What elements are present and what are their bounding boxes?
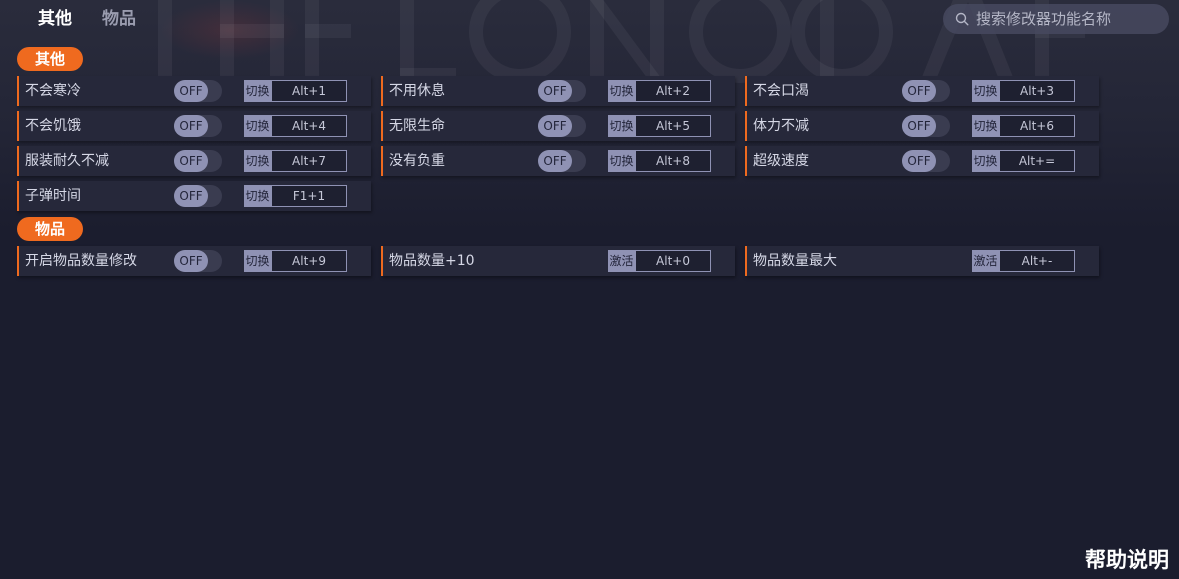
cheat-toggle[interactable]: OFF xyxy=(902,80,950,102)
cheat-label: 超级速度 xyxy=(753,153,809,169)
section-title-items: 物品 xyxy=(17,217,83,241)
toggle-state: OFF xyxy=(902,150,936,172)
mode-tag: 激活 xyxy=(608,250,635,272)
cheat-row-item-max: 物品数量最大 激活 Alt+- xyxy=(745,246,1099,276)
cheat-row-item-plus-10: 物品数量+10 激活 Alt+0 xyxy=(381,246,735,276)
cheat-toggle[interactable]: OFF xyxy=(174,185,222,207)
hotkey-field[interactable]: Alt+7 xyxy=(271,150,347,172)
cheat-row-no-cold: 不会寒冷 OFF 切换 Alt+1 xyxy=(17,76,371,106)
cheat-label: 物品数量+10 xyxy=(389,253,475,269)
mode-tag: 激活 xyxy=(972,250,999,272)
cheat-row-super-speed: 超级速度 OFF 切换 Alt+= xyxy=(745,146,1099,176)
mode-tag: 切换 xyxy=(244,185,271,207)
mode-tag: 切换 xyxy=(608,80,635,102)
cheat-toggle[interactable]: OFF xyxy=(902,115,950,137)
search-box xyxy=(943,4,1169,34)
cheat-row-no-weight: 没有负重 OFF 切换 Alt+8 xyxy=(381,146,735,176)
tab-other[interactable]: 其他 xyxy=(38,8,72,30)
cheat-row-enable-item-edit: 开启物品数量修改 OFF 切换 Alt+9 xyxy=(17,246,371,276)
hotkey-field[interactable]: Alt+- xyxy=(999,250,1075,272)
cheat-toggle[interactable]: OFF xyxy=(538,115,586,137)
cheat-row-no-thirst: 不会口渴 OFF 切换 Alt+3 xyxy=(745,76,1099,106)
cheat-label: 不会口渴 xyxy=(753,83,809,99)
cheat-row-clothing-durability: 服装耐久不减 OFF 切换 Alt+7 xyxy=(17,146,371,176)
hotkey-field[interactable]: Alt+9 xyxy=(271,250,347,272)
tab-items[interactable]: 物品 xyxy=(102,8,136,30)
cheat-label: 没有负重 xyxy=(389,153,445,169)
cheat-label: 物品数量最大 xyxy=(753,253,837,269)
section-title-other: 其他 xyxy=(17,47,83,71)
hotkey-field[interactable]: F1+1 xyxy=(271,185,347,207)
mode-tag: 切换 xyxy=(244,250,271,272)
cheat-label: 不会寒冷 xyxy=(25,83,81,99)
mode-tag: 切换 xyxy=(972,150,999,172)
cheat-label: 体力不减 xyxy=(753,118,809,134)
cheat-row-bullet-time: 子弹时间 OFF 切换 F1+1 xyxy=(17,181,371,211)
cheat-label: 子弹时间 xyxy=(25,188,81,204)
hotkey-field[interactable]: Alt+0 xyxy=(635,250,711,272)
cheat-toggle[interactable]: OFF xyxy=(902,150,950,172)
cheat-label: 不会饥饿 xyxy=(25,118,81,134)
category-tabs: 其他 物品 xyxy=(38,8,136,30)
cheat-toggle[interactable]: OFF xyxy=(174,80,222,102)
cheat-label: 无限生命 xyxy=(389,118,445,134)
cheat-toggle[interactable]: OFF xyxy=(538,80,586,102)
mode-tag: 切换 xyxy=(608,115,635,137)
toggle-state: OFF xyxy=(174,185,208,207)
cheat-toggle[interactable]: OFF xyxy=(538,150,586,172)
mode-tag: 切换 xyxy=(244,80,271,102)
cheat-row-stamina-lock: 体力不减 OFF 切换 Alt+6 xyxy=(745,111,1099,141)
mode-tag: 切换 xyxy=(608,150,635,172)
cheat-label: 服装耐久不减 xyxy=(25,153,109,169)
search-input[interactable] xyxy=(976,10,1156,28)
hotkey-field[interactable]: Alt+6 xyxy=(999,115,1075,137)
mode-tag: 切换 xyxy=(972,80,999,102)
cheat-row-no-rest: 不用休息 OFF 切换 Alt+2 xyxy=(381,76,735,106)
toggle-state: OFF xyxy=(538,115,572,137)
mode-tag: 切换 xyxy=(972,115,999,137)
cheat-toggle[interactable]: OFF xyxy=(174,150,222,172)
hotkey-field[interactable]: Alt+4 xyxy=(271,115,347,137)
cheat-label: 开启物品数量修改 xyxy=(25,253,137,269)
hotkey-field[interactable]: Alt+= xyxy=(999,150,1075,172)
hotkey-field[interactable]: Alt+5 xyxy=(635,115,711,137)
search-icon xyxy=(955,12,969,26)
help-button[interactable]: 帮助说明 xyxy=(1085,544,1169,574)
toggle-state: OFF xyxy=(538,150,572,172)
cheat-toggle[interactable]: OFF xyxy=(174,250,222,272)
toggle-state: OFF xyxy=(174,80,208,102)
mode-tag: 切换 xyxy=(244,115,271,137)
toggle-state: OFF xyxy=(902,80,936,102)
cheat-row-infinite-health: 无限生命 OFF 切换 Alt+5 xyxy=(381,111,735,141)
mode-tag: 切换 xyxy=(244,150,271,172)
toggle-state: OFF xyxy=(538,80,572,102)
hotkey-field[interactable]: Alt+2 xyxy=(635,80,711,102)
hotkey-field[interactable]: Alt+3 xyxy=(999,80,1075,102)
toggle-state: OFF xyxy=(174,150,208,172)
toggle-state: OFF xyxy=(902,115,936,137)
hotkey-field[interactable]: Alt+1 xyxy=(271,80,347,102)
cheat-row-no-hunger: 不会饥饿 OFF 切换 Alt+4 xyxy=(17,111,371,141)
cheat-toggle[interactable]: OFF xyxy=(174,115,222,137)
toggle-state: OFF xyxy=(174,250,208,272)
hotkey-field[interactable]: Alt+8 xyxy=(635,150,711,172)
toggle-state: OFF xyxy=(174,115,208,137)
cheat-label: 不用休息 xyxy=(389,83,445,99)
